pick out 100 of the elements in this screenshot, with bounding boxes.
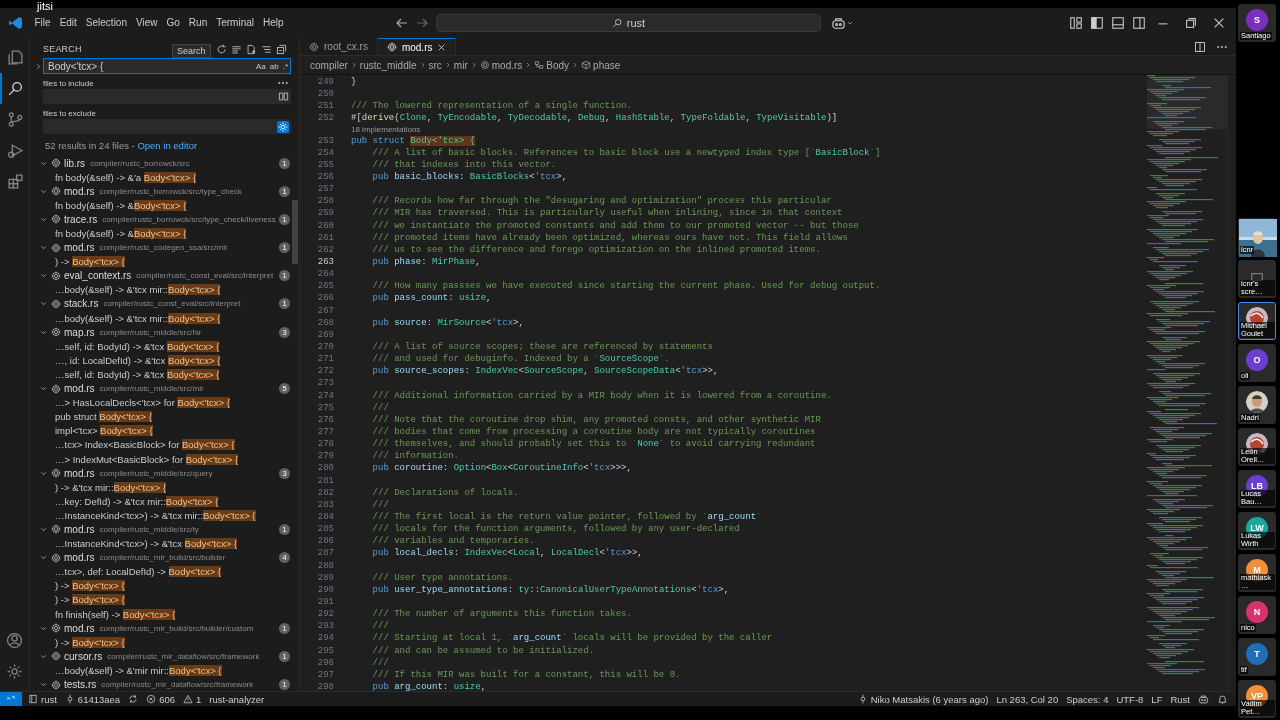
split-editor-icon[interactable] (1194, 40, 1206, 53)
search-match[interactable]: …body(&self) -> &'tcx mir::Body<'tcx> { (30, 311, 299, 326)
tree-view-icon[interactable] (261, 43, 272, 55)
menu-item[interactable]: Edit (55, 8, 82, 38)
breadcrumb-item[interactable]: rustc_middle (359, 59, 417, 71)
search-match[interactable]: ) -> Body<'tcx> { (30, 592, 299, 607)
search-match[interactable]: …self, id: BodyId) -> &'tcx Body<'tcx> { (30, 367, 299, 382)
file-name[interactable]: stack.rs (64, 298, 99, 310)
search-field[interactable]: Body<'tcx> { Aa ab .* (43, 58, 291, 74)
caret-icon[interactable] (846, 19, 854, 27)
breadcrumb-item[interactable]: compiler (310, 59, 348, 71)
commit-status[interactable]: 61413aea (64, 693, 121, 705)
sync-button[interactable] (128, 694, 139, 704)
breadcrumb-item[interactable]: mod.rs (479, 59, 523, 71)
settings-icon[interactable] (6, 663, 23, 680)
search-match[interactable]: impl<'tcx> Body<'tcx> { (30, 423, 299, 438)
chevron-icon[interactable] (39, 525, 48, 534)
file-name[interactable]: mod.rs (64, 622, 95, 634)
file-name[interactable]: map.rs (64, 326, 95, 338)
breadcrumb-item[interactable]: src (428, 59, 442, 71)
search-match[interactable]: fn finish(self) -> Body<'tcx> { (30, 607, 299, 622)
search-match[interactable]: …> HasLocalDecls<'tcx> for Body<'tcx> { (30, 395, 299, 410)
include-field[interactable] (43, 89, 291, 104)
run-debug-icon[interactable] (7, 142, 24, 159)
exclude-field[interactable] (43, 119, 291, 134)
search-match[interactable]: ) -> Body<'tcx> { (30, 578, 299, 593)
language-mode[interactable]: Rust (1170, 693, 1190, 705)
editor-tab[interactable]: mod.rs (377, 38, 457, 55)
menu-item[interactable]: Selection (81, 8, 132, 38)
breadcrumb-item[interactable]: Body (534, 59, 570, 71)
encoding-status[interactable]: UTF-8 (1116, 693, 1144, 705)
notifications-button[interactable] (1217, 693, 1228, 705)
file-name[interactable]: cursor.rs (64, 650, 103, 662)
menu-item[interactable]: Go (162, 8, 185, 38)
chevron-icon[interactable] (34, 61, 43, 71)
refresh-icon[interactable] (216, 43, 227, 55)
line-ending-status[interactable]: LF (1151, 693, 1163, 705)
robot-icon[interactable] (831, 15, 846, 31)
search-match[interactable]: …InstanceKind<'tcx>) -> &'tcx mir::Body<'tcx> { (30, 508, 299, 523)
gear-icon[interactable] (277, 120, 289, 133)
more-actions-icon[interactable] (277, 79, 289, 87)
search-match[interactable]: fn body(&self) -> &Body<'tcx> { (30, 198, 299, 213)
chevron-icon[interactable] (39, 680, 48, 689)
search-match[interactable]: …tcx> Index<BasicBlock> for Body<'tcx> { (30, 437, 299, 452)
breadcrumb-item[interactable]: phase (581, 59, 621, 71)
minimap-drawing[interactable] (1147, 75, 1227, 675)
file-name[interactable]: trace.rs (64, 213, 98, 225)
file-name[interactable]: mod.rs (64, 467, 95, 479)
menu-item[interactable]: Terminal (211, 8, 259, 38)
search-match[interactable]: …body(&self) -> &'tcx mir::Body<'tcx> { (30, 282, 299, 297)
search-match[interactable]: …tcx>, def: LocalDefId) -> Body<'tcx> { (30, 564, 299, 579)
branch-icon[interactable] (7, 111, 24, 128)
menu-item[interactable]: Help (258, 8, 289, 38)
search-match[interactable]: …key: DefId) -> &'tcx mir::Body<'tcx> { (30, 494, 299, 509)
menu-item[interactable]: View (131, 8, 162, 38)
breadcrumb-item[interactable]: mir (453, 59, 468, 71)
file-name[interactable]: tests.rs (64, 679, 97, 690)
account-icon[interactable] (6, 632, 23, 649)
new-search-editor-icon[interactable] (246, 43, 257, 55)
search-toggle[interactable]: Aa (253, 61, 268, 71)
layout-icon[interactable] (1069, 16, 1083, 30)
secondary-sidebar-icon[interactable] (1132, 16, 1146, 30)
indentation-status[interactable]: Spaces: 4 (1066, 693, 1109, 705)
file-name[interactable]: mod.rs (64, 552, 95, 564)
file-name[interactable]: mod.rs (64, 185, 95, 197)
editor-tab[interactable]: root_cx.rs (300, 38, 378, 55)
cursor-position[interactable]: Ln 263, Col 20 (996, 693, 1059, 705)
search-match[interactable]: ) -> Body<'tcx> { (30, 254, 299, 269)
search-match[interactable]: …> IndexMut<BasicBlock> for Body<'tcx> { (30, 451, 299, 467)
files-icon[interactable] (7, 49, 24, 66)
search-icon[interactable] (7, 80, 24, 97)
search-match[interactable]: …InstanceKind<'tcx>) -> &'tcx Body<'tcx> { (30, 536, 299, 551)
panel-toggle-icon[interactable] (1111, 16, 1125, 30)
clear-results-icon[interactable] (231, 43, 242, 55)
search-match[interactable]: fn body(&self) -> &'a Body<'tcx> { (30, 170, 299, 185)
file-name[interactable]: mod.rs (64, 524, 95, 535)
sidebar-toggle-icon[interactable] (1090, 16, 1104, 30)
book-icon[interactable] (278, 91, 289, 102)
command-center[interactable]: rust (436, 14, 821, 32)
search-match[interactable]: ) -> Body<'tcx> { (30, 635, 299, 650)
close-icon[interactable] (437, 42, 447, 52)
error-count[interactable]: 606 (146, 693, 175, 705)
file-name[interactable]: mod.rs (64, 383, 95, 395)
open-in-editor-link[interactable]: Open in editor (137, 140, 198, 151)
codelens-link[interactable]: 18 implementations (351, 124, 421, 134)
search-match[interactable]: …self, id: BodyId) -> &'tcx Body<'tcx> { (30, 339, 299, 354)
close-icon[interactable] (1212, 16, 1226, 30)
search-toggle[interactable]: ab (267, 61, 281, 71)
file-name[interactable]: lib.rs (64, 157, 86, 169)
search-match[interactable]: …body(&self) -> &'mir mir::Body<'tcx> { (30, 663, 299, 678)
restore-icon[interactable] (1184, 16, 1198, 30)
search-match[interactable]: …, id: LocalDefId) -> &'tcx Body<'tcx> { (30, 353, 299, 368)
scrollbar-thumb[interactable] (292, 200, 298, 264)
blame-status[interactable]: Niko Matsakis (6 years ago) (857, 693, 989, 705)
search-match[interactable]: pub struct Body<'tcx> { (30, 409, 299, 424)
file-name[interactable]: mod.rs (64, 242, 95, 254)
collapse-all-icon[interactable] (276, 43, 287, 55)
file-name[interactable]: eval_context.rs (64, 270, 132, 282)
search-match[interactable]: fn body(&self) -> &Body<'tcx> { (30, 226, 299, 241)
language-server-status[interactable]: rust-analyzer (209, 693, 265, 705)
